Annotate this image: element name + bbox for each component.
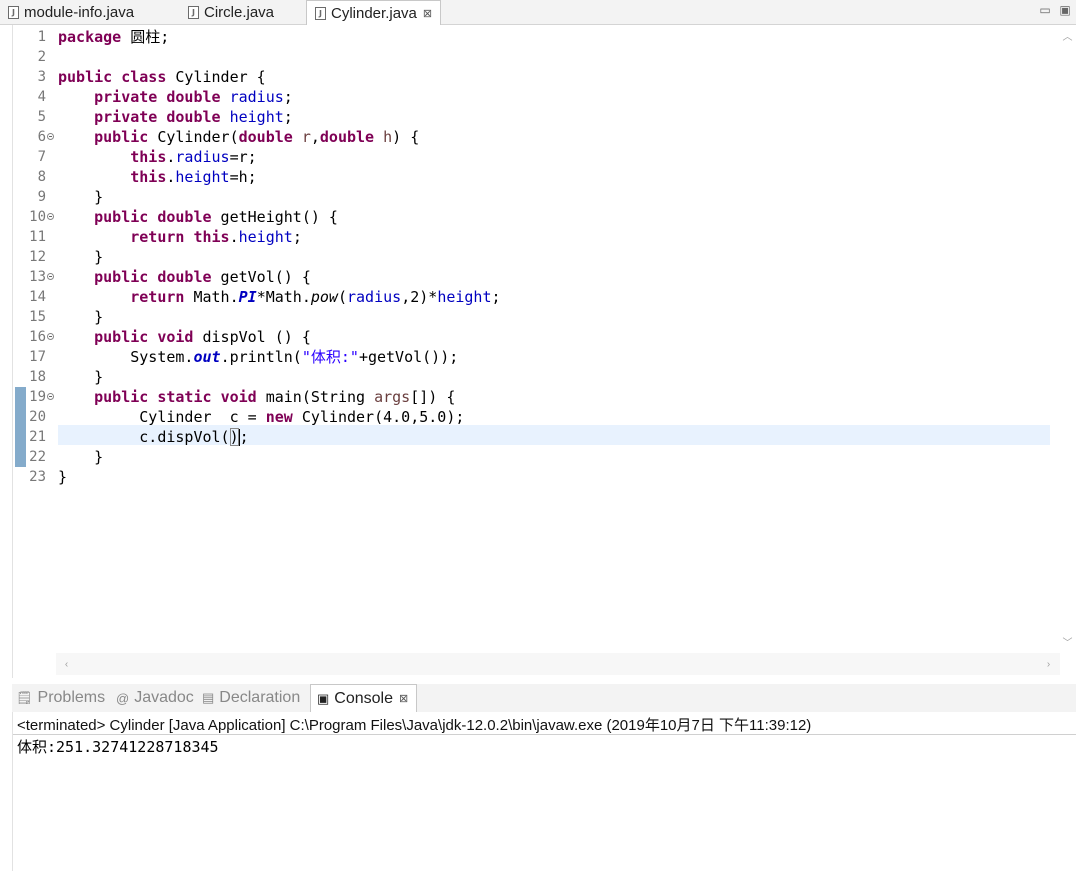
console-panel[interactable]: <terminated> Cylinder [Java Application]…	[12, 712, 1076, 871]
code-line: private double height;	[94, 108, 293, 126]
scroll-right-icon[interactable]: ›	[1040, 656, 1057, 673]
code-line: return this.height;	[130, 228, 302, 246]
line-number: 9	[37, 189, 46, 205]
line-number: 6	[37, 129, 46, 145]
code-line: }	[94, 448, 104, 466]
code-line: return Math.PI*Math.pow(radius,2)*height…	[130, 288, 501, 306]
line-number: 17	[29, 349, 46, 365]
problems-icon: 🗒	[16, 690, 33, 705]
line-number: 21	[29, 429, 46, 445]
console-icon: ▣	[317, 690, 330, 706]
code-line: public double getHeight() {	[94, 208, 338, 226]
code-line: }	[58, 468, 68, 486]
tab-label: Circle.java	[204, 4, 275, 21]
code-line: Cylinder c = new Cylinder(4.0,5.0);	[139, 408, 465, 426]
code-line: this.radius=r;	[130, 148, 257, 166]
tab-problems[interactable]: 🗒 Problems	[16, 684, 105, 712]
line-number: 8	[37, 169, 46, 185]
line-number: 5	[37, 109, 46, 125]
code-line: }	[94, 308, 104, 326]
fold-icon[interactable]	[47, 273, 54, 280]
tab-declaration[interactable]: ▤ Declaration	[202, 684, 300, 712]
tab-label: Console	[334, 689, 393, 707]
javadoc-icon: @	[116, 690, 130, 706]
bottom-panel-tab-bar: 🗒 Problems @ Javadoc ▤ Declaration ▣ Con…	[12, 684, 1076, 712]
vertical-scrollbar[interactable]: ︿ ﹀	[1059, 25, 1076, 653]
maximize-icon[interactable]: ▣	[1056, 2, 1074, 18]
fold-icon[interactable]	[47, 133, 54, 140]
scroll-left-icon[interactable]: ‹	[58, 656, 75, 673]
console-output: 体积:251.32741228718345	[17, 738, 219, 756]
line-number: 3	[37, 69, 46, 85]
tab-label: module-info.java	[24, 4, 135, 21]
java-file-icon: J	[188, 6, 199, 19]
scroll-up-icon[interactable]: ︿	[1059, 27, 1076, 44]
editor-tab-bar: J module-info.java J Circle.java J Cylin…	[0, 0, 1076, 26]
code-line: c.dispVol();	[139, 428, 249, 446]
code-line: }	[94, 368, 104, 386]
tab-javadoc[interactable]: @ Javadoc	[116, 684, 194, 712]
code-line: private double radius;	[94, 88, 293, 106]
line-number: 1	[37, 29, 46, 45]
code-line: System.out.println("体积:"+getVol());	[130, 348, 459, 366]
line-number: 12	[29, 249, 46, 265]
tab-label: Declaration	[219, 689, 301, 706]
code-line: package 圆柱;	[58, 28, 170, 46]
tab-module-info[interactable]: J module-info.java	[8, 0, 134, 25]
console-process-header: <terminated> Cylinder [Java Application]…	[17, 717, 812, 734]
tab-circle[interactable]: J Circle.java	[188, 0, 274, 25]
tab-label: Javadoc	[134, 689, 194, 706]
line-number: 15	[29, 309, 46, 325]
declaration-icon: ▤	[202, 690, 215, 705]
matching-bracket: )	[229, 428, 239, 446]
code-line: public Cylinder(double r,double h) {	[94, 128, 420, 146]
line-number: 16	[29, 329, 46, 345]
line-number: 23	[29, 469, 46, 485]
divider	[13, 734, 1076, 735]
java-file-icon: J	[315, 7, 326, 20]
minimize-icon[interactable]: ▭	[1036, 2, 1054, 18]
java-file-icon: J	[8, 6, 19, 19]
tab-label: Problems	[37, 689, 106, 706]
fold-icon[interactable]	[47, 393, 54, 400]
line-number: 18	[29, 369, 46, 385]
line-number: 14	[29, 289, 46, 305]
line-number: 13	[29, 269, 46, 285]
line-number-gutter: 1 2 3 4 5 6 7 8 9 10 11 12 13 14 15 16 1…	[13, 25, 56, 653]
line-number: 22	[29, 449, 46, 465]
fold-icon[interactable]	[47, 333, 54, 340]
fold-icon[interactable]	[47, 213, 54, 220]
close-icon[interactable]: ⊠	[423, 7, 432, 20]
line-number: 19	[29, 389, 46, 405]
scroll-down-icon[interactable]: ﹀	[1059, 633, 1076, 650]
tab-console[interactable]: ▣ Console ⊠	[310, 684, 418, 712]
line-number: 2	[37, 49, 46, 65]
line-number: 10	[29, 209, 46, 225]
code-line: }	[94, 188, 104, 206]
code-line: public class Cylinder {	[58, 68, 266, 86]
line-number: 20	[29, 409, 46, 425]
close-icon[interactable]: ⊠	[399, 692, 408, 705]
tab-cylinder[interactable]: J Cylinder.java ⊠	[306, 0, 442, 26]
code-line: }	[94, 248, 104, 266]
line-number: 4	[37, 89, 46, 105]
tab-label: Cylinder.java	[331, 5, 417, 22]
code-line: this.height=h;	[130, 168, 257, 186]
line-number: 7	[37, 149, 46, 165]
code-text-area[interactable]: package 圆柱; public class Cylinder { priv…	[58, 25, 1050, 653]
horizontal-scrollbar[interactable]: ‹ ›	[56, 653, 1060, 675]
code-editor[interactable]: 1 2 3 4 5 6 7 8 9 10 11 12 13 14 15 16 1…	[12, 25, 1076, 678]
code-line: public void dispVol () {	[94, 328, 311, 346]
code-line: public double getVol() {	[94, 268, 311, 286]
code-line: public static void main(String args[]) {	[94, 388, 456, 406]
line-number: 11	[29, 229, 46, 245]
